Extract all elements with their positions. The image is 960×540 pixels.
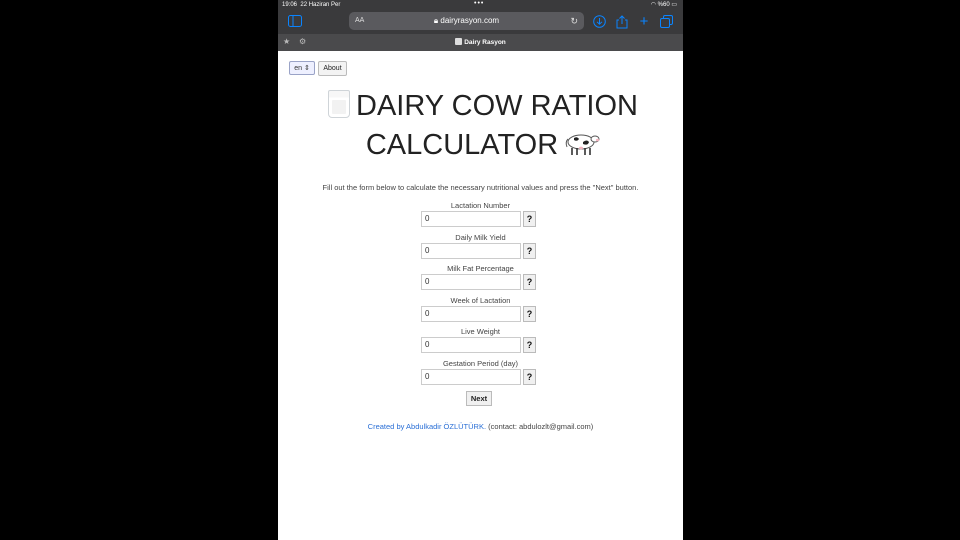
status-right: ◠ %60 ▭ <box>651 0 677 10</box>
chevron-updown-icon: ⇕ <box>303 65 310 72</box>
status-bar: 19:06 22 Haziran Per ••• ◠ %60 ▭ <box>278 0 683 10</box>
tab-bar: ★ ⚙ Dairy Rasyon <box>278 34 683 51</box>
tab-active[interactable]: Dairy Rasyon <box>278 34 683 51</box>
milk-glass-icon <box>328 90 350 118</box>
address-bar[interactable]: AA 🔒︎ dairyrasyon.com ↻ <box>349 12 584 30</box>
field-label: Week of Lactation <box>450 296 511 305</box>
week-of-lactation-input[interactable]: 0 <box>421 306 521 322</box>
help-button[interactable]: ? <box>523 369 536 385</box>
new-tab-icon[interactable]: + <box>637 14 651 29</box>
page-title: DAIRY COW RATION CALCULATOR <box>318 87 648 165</box>
status-time: 19:06 <box>282 2 298 8</box>
cow-icon <box>564 128 600 155</box>
favicon-icon <box>455 38 463 45</box>
multitasking-dots-icon[interactable]: ••• <box>474 0 484 9</box>
sidebar-icon[interactable] <box>288 15 302 29</box>
daily-milk-yield-input[interactable]: 0 <box>421 243 521 259</box>
language-select[interactable]: en ⇕ <box>289 61 315 75</box>
help-button[interactable]: ? <box>523 274 536 290</box>
lock-icon: 🔒︎ <box>433 16 439 25</box>
field-label: Daily Milk Yield <box>455 233 506 242</box>
contact-text: (contact: abdulozlt@gmail.com) <box>486 422 594 431</box>
browser-toolbar: AA 🔒︎ dairyrasyon.com ↻ + <box>278 10 683 34</box>
wifi-icon: ◠ <box>650 2 656 8</box>
field-label: Lactation Number <box>450 201 511 210</box>
live-weight-input[interactable]: 0 <box>421 337 521 353</box>
status-time-date: 19:06 22 Haziran Per <box>282 0 340 10</box>
help-button[interactable]: ? <box>523 243 536 259</box>
url-text: 🔒︎ dairyrasyon.com <box>349 12 584 30</box>
field-label: Live Weight <box>460 327 501 336</box>
author-link[interactable]: Created by Abdulkadir ÖZLÜTÜRK. <box>368 422 486 431</box>
reload-icon[interactable]: ↻ <box>570 12 578 30</box>
field-label: Gestation Period (day) <box>442 359 519 368</box>
help-button[interactable]: ? <box>523 211 536 227</box>
ipad-screen: 19:06 22 Haziran Per ••• ◠ %60 ▭ AA 🔒︎ d… <box>278 0 683 540</box>
field-label: Milk Fat Percentage <box>447 264 514 273</box>
next-button[interactable]: Next <box>466 391 492 406</box>
about-button[interactable]: About <box>318 61 347 76</box>
language-selected-value: en <box>294 65 302 72</box>
gestation-period-input[interactable]: 0 <box>421 369 521 385</box>
instruction-text: Fill out the form below to calculate the… <box>322 183 639 192</box>
help-button[interactable]: ? <box>523 337 536 353</box>
web-page: en ⇕ About DAIRY COW RATION CALCULATOR F… <box>278 51 683 540</box>
footer: Created by Abdulkadir ÖZLÜTÜRK. (contact… <box>278 422 683 431</box>
status-date: 22 Haziran Per <box>300 2 341 8</box>
share-icon[interactable] <box>615 15 629 29</box>
download-icon[interactable] <box>592 15 606 29</box>
milk-fat-percentage-input[interactable]: 0 <box>421 274 521 290</box>
battery-percent: %60 <box>657 2 670 8</box>
lactation-number-input[interactable]: 0 <box>421 211 521 227</box>
url-value: dairyrasyon.com <box>440 16 500 25</box>
battery-icon: ▭ <box>671 2 677 8</box>
tabs-overview-icon[interactable] <box>659 15 673 29</box>
help-button[interactable]: ? <box>523 306 536 322</box>
tab-title: Dairy Rasyon <box>464 39 506 46</box>
